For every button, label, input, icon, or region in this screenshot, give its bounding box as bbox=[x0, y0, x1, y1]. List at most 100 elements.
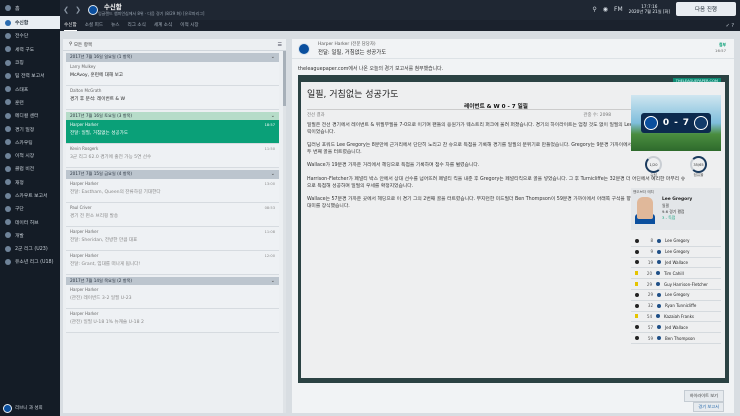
sidebar-item[interactable]: 스태프 bbox=[0, 82, 60, 95]
man-of-the-match[interactable]: 맨오브더 매치 Lee Gregory 일필 9.6 경기 평점 3 - 득점 bbox=[631, 188, 721, 230]
tab[interactable]: 수신함 bbox=[64, 20, 77, 31]
event-player[interactable]: Lee Gregory bbox=[665, 238, 689, 243]
sidebar-item[interactable]: 코칭 bbox=[0, 56, 60, 69]
sidebar-item[interactable]: 전수단 bbox=[0, 29, 60, 42]
article-headline: 일필, 거침없는 성공가도 bbox=[307, 90, 399, 100]
event-minute: 20 bbox=[646, 270, 652, 276]
message-subject: 전달: 일필, 거침없는 성공가도 bbox=[318, 50, 387, 56]
home-crest-icon bbox=[644, 116, 658, 130]
tab[interactable]: 이적 시장 bbox=[180, 20, 198, 31]
message-sender: Harper Harker bbox=[70, 122, 99, 127]
sidebar-item[interactable]: 클럽 비전 bbox=[0, 162, 60, 175]
sidebar-item[interactable]: 메디컬 센터 bbox=[0, 109, 60, 122]
filter-icon[interactable]: ☰ bbox=[278, 42, 282, 48]
team-crest-icon bbox=[657, 238, 661, 243]
help-icon[interactable]: ✓ ? bbox=[726, 23, 734, 29]
club-crest-icon bbox=[3, 403, 12, 413]
chevron-down-icon[interactable]: ⌄ bbox=[271, 171, 275, 177]
manager-name: 리브니 과 성희 bbox=[15, 406, 43, 411]
event-player[interactable]: Kazaiah Franks bbox=[664, 314, 694, 319]
sidebar-item[interactable]: 세력 구도 bbox=[0, 43, 60, 56]
scrollbar-thumb[interactable] bbox=[283, 51, 286, 106]
event-player[interactable]: Tim Cahill bbox=[664, 271, 684, 276]
shots-gauge: 1/20 슈팅 bbox=[645, 156, 662, 182]
tab[interactable]: 소셜 피드 bbox=[85, 20, 103, 31]
message-list-item[interactable]: Harper Harker 전달: Eastham, Queen의 잔류하길 기대… bbox=[66, 178, 279, 203]
message-time: 11:08 bbox=[264, 229, 275, 234]
motm-name[interactable]: Lee Gregory bbox=[662, 197, 692, 202]
event-minute: 59 bbox=[647, 335, 653, 341]
game-date[interactable]: 17:7:16 2020년 7월 21일 [화] bbox=[629, 4, 670, 14]
sidebar-item-label: 데이터 허브 bbox=[15, 220, 39, 226]
message-list-item[interactable]: Harper Harker 전달: 일필, 거침없는 성공가도 18:57 bbox=[66, 120, 279, 144]
message-list-item[interactable]: Larry Mulkey McAvoy, 훈련에 대해 보고 bbox=[66, 61, 279, 86]
message-subject: (관전) 레이번드 3-2 일필 U-23 bbox=[70, 296, 132, 301]
event-player[interactable]: Jed Wallace bbox=[665, 260, 688, 265]
sidebar-item[interactable]: 구단 bbox=[0, 202, 60, 215]
event-player[interactable]: Guy Harrison-Fletcher bbox=[664, 282, 708, 287]
date-group-header[interactable]: 2017년 7월 14일 목요일 (2 항목) ⌄ bbox=[66, 276, 279, 285]
sidebar-item-label: 스태프 bbox=[15, 87, 29, 93]
search-input[interactable]: ⚲ 모든 항목 ☰ bbox=[63, 39, 286, 51]
manager-profile[interactable]: 리브니 과 성희 bbox=[0, 400, 60, 416]
event-player[interactable]: Lee Gregory bbox=[665, 249, 689, 254]
message-subject: 3군 리그 62.0 경기에 출전 가능 5연 선수 bbox=[70, 155, 152, 160]
away-score: 7 bbox=[682, 118, 690, 128]
event-player[interactable]: Ben Thompson bbox=[665, 336, 695, 341]
highlights-button[interactable]: 하이라이트 보기 bbox=[683, 390, 724, 402]
sidebar-home[interactable]: 홈 bbox=[0, 0, 60, 16]
tab[interactable]: 뉴스 bbox=[111, 20, 119, 31]
search-icon[interactable]: ⚲ bbox=[592, 6, 596, 13]
match-event-row: 29 Guy Harrison-Fletcher bbox=[631, 279, 721, 290]
back-icon[interactable]: ❮ bbox=[60, 6, 72, 14]
message-list-item[interactable]: Harper Harker 전달: Grant, 임대를 떠나게 됩니다! 12:0… bbox=[66, 250, 279, 275]
chevron-down-icon[interactable]: ⌄ bbox=[271, 54, 275, 60]
sidebar-item[interactable]: 수신함 bbox=[0, 16, 60, 30]
date-group-header[interactable]: 2017년 7월 16일 토요일 (3 항목) ⌄ bbox=[66, 111, 279, 120]
fm-menu-icon[interactable]: FM bbox=[614, 6, 623, 13]
sidebar-item[interactable]: 스카우트 보고서 bbox=[0, 189, 60, 202]
message-list-item[interactable]: Dalton McGrath 경기 후 분석: 레이번트 & W bbox=[66, 85, 279, 110]
possession-gauge: 35/65 점유율 bbox=[690, 156, 707, 182]
message-list-item[interactable]: Harper Harker (관전) 일필 U-18 1% 뉴캐슬 U-18 2 bbox=[66, 309, 279, 333]
medical-icon bbox=[5, 112, 11, 119]
sidebar-item-label: 재정 bbox=[15, 180, 24, 186]
sidebar-item-label: 훈련 bbox=[15, 100, 24, 106]
sidebar-item[interactable]: 경기 일정 bbox=[0, 122, 60, 135]
sidebar-item[interactable]: 데이터 허브 bbox=[0, 215, 60, 228]
message-time: 18:57 bbox=[264, 123, 275, 127]
message-list-item[interactable]: Paul Criver 경기 전 펀소 브리핑 발송 08:53 bbox=[66, 202, 279, 227]
sidebar-item[interactable]: 재정 bbox=[0, 176, 60, 189]
date-group-header[interactable]: 2017년 7월 15일 금요일 (4 항목) ⌄ bbox=[66, 170, 279, 179]
sidebar-item[interactable]: 팀 전력 보고서 bbox=[0, 69, 60, 82]
chevron-down-icon[interactable]: ⌄ bbox=[271, 113, 275, 119]
message-list-item[interactable]: Harper Harker 전달: Sheridan, 전방한 만큼 대표 11:0… bbox=[66, 226, 279, 251]
event-player[interactable]: Ryan Tunnicliffe bbox=[665, 303, 696, 308]
yellow-card-icon bbox=[635, 271, 638, 276]
chevron-down-icon[interactable]: ⌄ bbox=[271, 278, 275, 284]
sidebar-item[interactable]: 스카우팅 bbox=[0, 136, 60, 149]
tab[interactable]: 리그 소식 bbox=[128, 20, 146, 31]
sidebar-item[interactable]: 유소년 리그 (U18) bbox=[0, 255, 60, 268]
profile-icon[interactable]: ◉ bbox=[603, 6, 608, 13]
event-player[interactable]: Lee Gregory bbox=[665, 292, 689, 297]
tab[interactable]: 세계 소식 bbox=[154, 20, 172, 31]
squad-icon bbox=[5, 32, 11, 39]
date-group-header[interactable]: 2017년 7월 16일 일요일 (1 항목) ⌄ bbox=[66, 53, 279, 62]
club-crest-icon[interactable] bbox=[88, 5, 98, 15]
team-crest-icon bbox=[656, 282, 660, 287]
forward-icon[interactable]: ❯ bbox=[72, 6, 84, 14]
continue-button[interactable]: 다음 진행 bbox=[676, 2, 736, 16]
event-player[interactable]: Jed Wallace bbox=[665, 325, 688, 330]
match-event-row: 20 Tim Cahill bbox=[631, 268, 721, 280]
message-sender: Harper Harker bbox=[70, 228, 99, 234]
sidebar-item[interactable]: 훈련 bbox=[0, 96, 60, 109]
message-list-item[interactable]: Harper Harker (관전) 레이번드 3-2 일필 U-23 bbox=[66, 285, 279, 309]
message-sender: Harper Harker bbox=[70, 287, 99, 292]
sidebar-item[interactable]: 개발 bbox=[0, 229, 60, 242]
sidebar-item[interactable]: 이적 시장 bbox=[0, 149, 60, 162]
match-report-button[interactable]: 경기 보고서 bbox=[693, 402, 724, 412]
message-list-item[interactable]: Kevin Rosgerk 3군 리그 62.0 경기에 출전 가능 5연 선수 1… bbox=[66, 144, 279, 168]
sidebar-item[interactable]: 2군 리그 (U23) bbox=[0, 242, 60, 255]
scrollbar[interactable] bbox=[283, 51, 286, 413]
